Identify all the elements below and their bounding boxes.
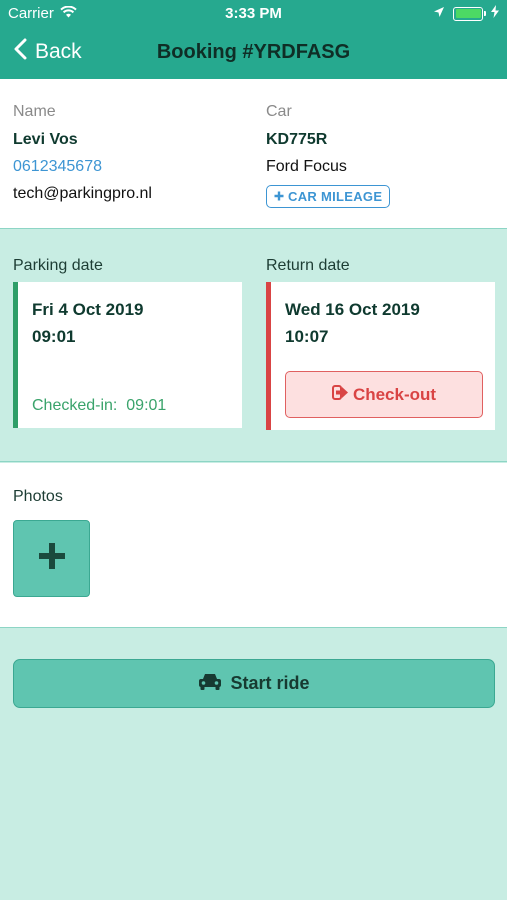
customer-info: Name Levi Vos 0612345678 tech@parkingpro… <box>13 103 152 207</box>
car-mileage-button[interactable]: CAR MILEAGE <box>266 185 391 208</box>
return-datetime: Wed 16 Oct 2019 10:07 <box>285 296 420 350</box>
parking-date-card: Fri 4 Oct 2019 09:01 Checked-in: 09:01 <box>13 282 242 428</box>
return-date-card: Wed 16 Oct 2019 10:07 Check-out <box>266 282 495 430</box>
start-ride-button[interactable]: Start ride <box>13 659 495 708</box>
start-ride-label: Start ride <box>230 673 310 693</box>
sign-out-icon <box>331 384 349 405</box>
add-photo-button[interactable] <box>13 520 90 597</box>
name-label: Name <box>13 103 56 120</box>
car-plate: KD775R <box>266 131 328 148</box>
return-date-label: Return date <box>266 257 350 274</box>
battery-icon <box>453 6 486 21</box>
check-out-label: Check-out <box>352 384 437 404</box>
car-info: Car KD775R Ford Focus CAR MILEAGE <box>266 103 391 208</box>
car-icon <box>198 672 222 696</box>
checked-in-time: 09:01 <box>126 397 167 414</box>
parking-date: Fri 4 Oct 2019 <box>32 300 144 319</box>
checked-in-status: Checked-in: 09:01 <box>32 397 166 415</box>
checked-in-label: Checked-in: <box>32 397 118 414</box>
dates-section: Parking date Return date Fri 4 Oct 2019 … <box>0 230 507 462</box>
photos-label: Photos <box>13 488 63 505</box>
charging-bolt-icon <box>491 5 499 22</box>
plus-icon <box>38 542 66 575</box>
status-right <box>433 5 499 22</box>
status-bar: Carrier 3:33 PM <box>0 0 507 28</box>
location-arrow-icon <box>433 5 445 22</box>
return-date: Wed 16 Oct 2019 <box>285 300 420 319</box>
app-header: Carrier 3:33 PM Back Booking #YRDFASG <box>0 0 507 79</box>
check-out-button[interactable]: Check-out <box>285 371 483 418</box>
car-model: Ford Focus <box>266 158 347 175</box>
photos-section: Photos <box>0 463 507 628</box>
parking-datetime: Fri 4 Oct 2019 09:01 <box>32 296 144 350</box>
status-time: 3:33 PM <box>225 5 282 22</box>
car-mileage-label: CAR MILEAGE <box>288 189 383 204</box>
parking-date-label: Parking date <box>13 257 103 274</box>
customer-email: tech@parkingpro.nl <box>13 185 152 202</box>
plus-icon <box>274 189 284 204</box>
return-time: 10:07 <box>285 327 329 346</box>
car-label: Car <box>266 103 292 120</box>
booking-info-card: Name Levi Vos 0612345678 tech@parkingpro… <box>0 79 507 229</box>
customer-name: Levi Vos <box>13 131 78 148</box>
nav-bar: Back Booking #YRDFASG <box>0 28 507 79</box>
page-title: Booking #YRDFASG <box>156 41 351 63</box>
parking-time: 09:01 <box>32 327 76 346</box>
customer-phone-link[interactable]: 0612345678 <box>13 158 152 180</box>
battery-fill <box>455 9 481 18</box>
